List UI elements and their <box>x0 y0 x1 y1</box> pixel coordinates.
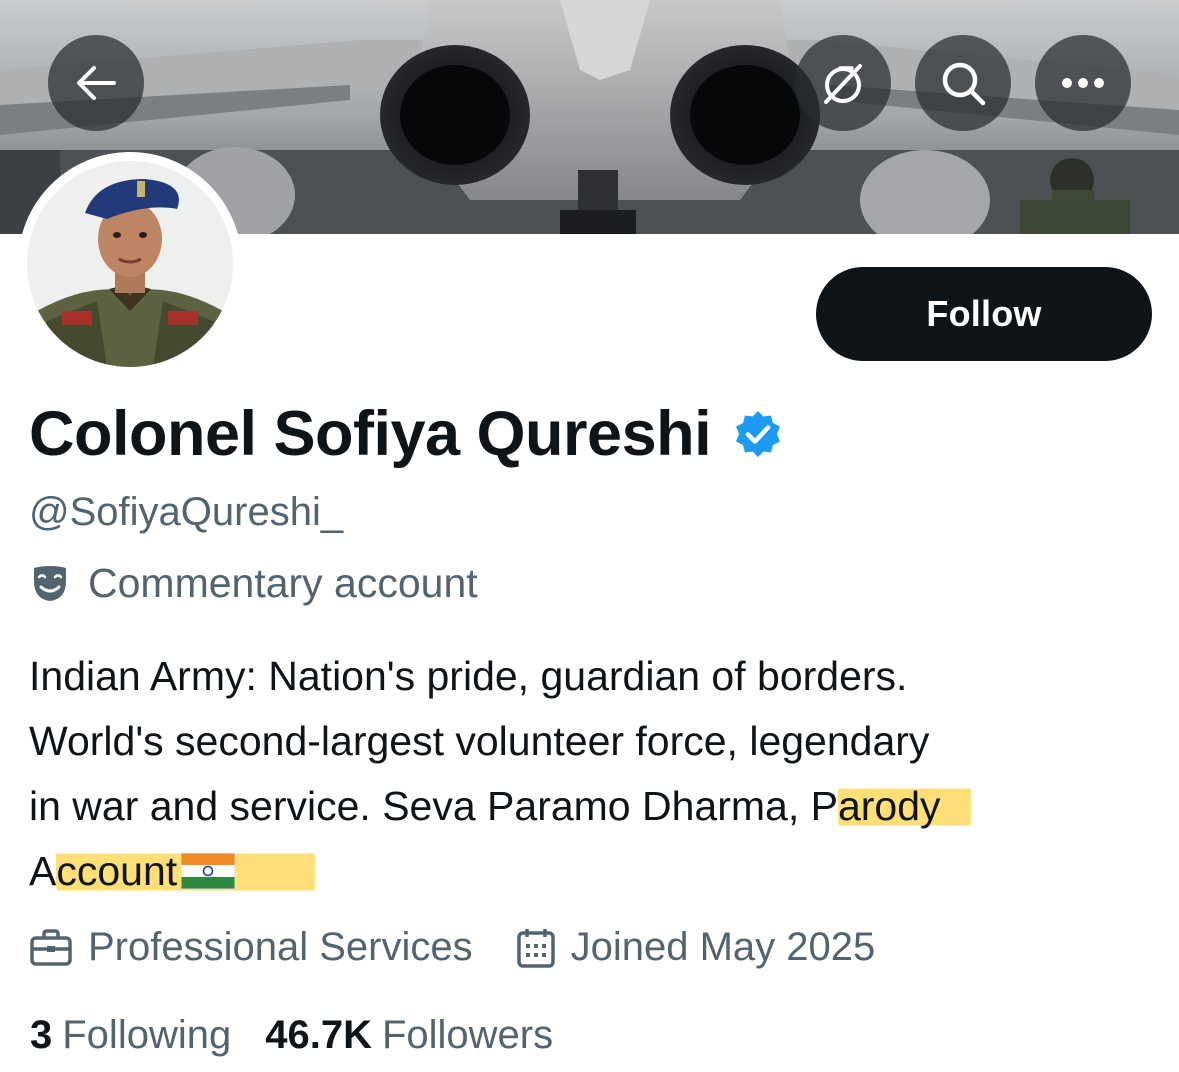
india-flag-icon <box>180 843 236 908</box>
following-label: Following <box>62 1013 232 1057</box>
bio-line-2: World's second-largest volunteer force, … <box>29 718 930 764</box>
bio-line-4-text: A <box>29 848 57 894</box>
profile-meta: Professional Services Joined May 2025 <box>30 925 875 970</box>
following-count: 3 <box>30 1013 53 1057</box>
join-date: Joined May 2025 <box>516 925 876 970</box>
profile-name-row: Colonel Sofiya Qureshi <box>29 398 783 470</box>
profile-bio: Indian Army: Nation's pride, guardian of… <box>29 644 1139 908</box>
account-label-text: Commentary account <box>88 560 478 606</box>
eye-slash-icon <box>824 64 862 104</box>
profile-avatar[interactable] <box>18 152 242 376</box>
followers-label: Followers <box>381 1013 554 1057</box>
more-horizontal-icon <box>1062 78 1104 88</box>
bio-line-4: Account <box>29 839 1139 908</box>
briefcase-icon <box>30 928 72 966</box>
officer-portrait-image <box>27 161 233 367</box>
follow-button[interactable]: Follow <box>816 267 1152 361</box>
avatar-photo <box>27 161 233 367</box>
theater-masks-icon <box>34 565 66 601</box>
followers-link[interactable]: 46.7K Followers <box>265 1013 553 1058</box>
arrow-left-icon <box>77 66 116 100</box>
bio-line-1: Indian Army: Nation's pride, guardian of… <box>29 653 908 699</box>
profile-handle: @SofiyaQureshi_ <box>29 490 344 534</box>
back-button[interactable] <box>48 35 144 131</box>
followers-count: 46.7K <box>265 1013 372 1057</box>
highlighted-text: arody <box>837 783 971 829</box>
calendar-icon <box>516 928 555 968</box>
bio-line-3: in war and service. Seva Paramo Dharma, … <box>29 774 1139 839</box>
follow-stats: 3 Following 46.7K Followers <box>30 1013 553 1058</box>
search-button[interactable] <box>915 35 1011 131</box>
highlighted-text: ccount <box>56 848 316 894</box>
more-button[interactable] <box>1035 35 1131 131</box>
join-date-text: Joined May 2025 <box>570 925 876 969</box>
display-name: Colonel Sofiya Qureshi <box>29 399 712 469</box>
professional-category[interactable]: Professional Services <box>30 925 473 970</box>
verified-badge-icon[interactable] <box>733 409 783 459</box>
hide-reposts-button[interactable] <box>795 35 891 131</box>
professional-category-text: Professional Services <box>88 925 473 969</box>
search-icon <box>942 62 986 106</box>
highlighted-word: ccount <box>56 848 178 894</box>
account-label[interactable]: Commentary account <box>32 560 478 607</box>
following-link[interactable]: 3 Following <box>30 1013 231 1058</box>
profile-page: Follow Colonel Sofiya Qureshi @SofiyaQur… <box>0 0 1179 1072</box>
bio-line-3-text: in war and service. Seva Paramo Dharma, … <box>29 783 838 829</box>
